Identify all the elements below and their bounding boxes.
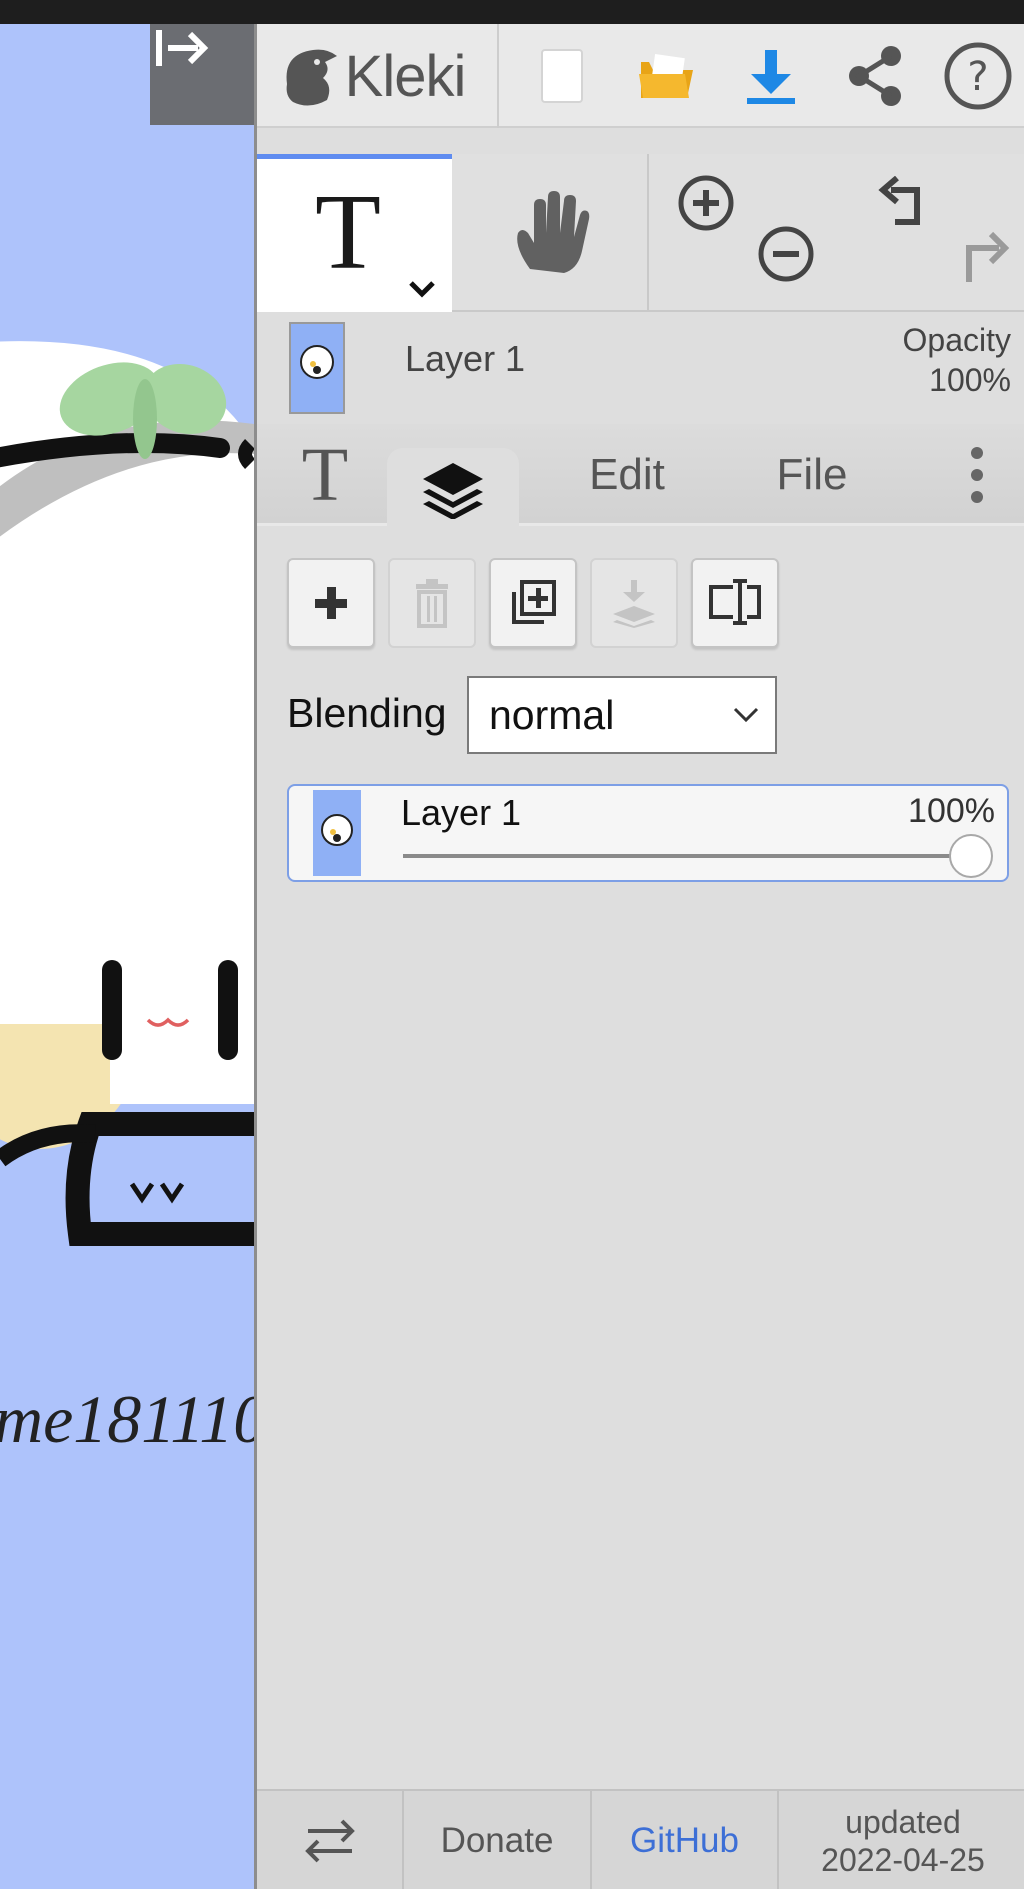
chevron-down-icon [409, 281, 435, 298]
merge-down-icon [613, 580, 655, 628]
layer-name: Layer 1 [401, 792, 522, 833]
layer-thumbnail[interactable] [289, 322, 345, 414]
duplicate-layer-button[interactable] [489, 558, 577, 648]
toolrow-divider [647, 154, 649, 312]
undo-icon [878, 175, 920, 225]
hand-tool-button[interactable] [452, 154, 647, 312]
trash-icon [416, 579, 448, 628]
add-layer-button[interactable] [287, 558, 375, 648]
github-link[interactable]: GitHub [592, 1791, 777, 1889]
collapse-sidebar-button[interactable] [150, 24, 254, 125]
current-layer-preview: Layer 1 Opacity 100% [257, 314, 1024, 414]
updated-label: updated [845, 1804, 961, 1840]
swap-arrows-icon [304, 1819, 355, 1863]
delete-layer-button[interactable] [388, 558, 476, 648]
redo-icon [966, 231, 1010, 282]
share-button[interactable] [825, 24, 925, 128]
tab-edit[interactable]: Edit [547, 424, 707, 526]
tab-file[interactable]: File [727, 424, 897, 526]
current-layer-opacity: Opacity 100% [903, 320, 1011, 400]
rename-layer-button[interactable] [691, 558, 779, 648]
kleki-logo[interactable]: Kleki [277, 24, 467, 128]
update-info: updated 2022-04-25 [779, 1791, 1024, 1889]
footer: Donate GitHub updated 2022-04-25 [257, 1789, 1024, 1889]
zoom-out-icon [758, 226, 814, 282]
folder-icon [639, 54, 693, 98]
share-icon [849, 46, 901, 106]
download-icon [747, 50, 795, 104]
opacity-label: Opacity [902, 322, 1011, 358]
save-image-button[interactable] [721, 24, 821, 128]
panel-tabs: T Edit File [257, 424, 1024, 529]
chevron-down-icon [733, 707, 759, 723]
svg-text:?: ? [967, 54, 988, 100]
zoom-in-icon [678, 175, 734, 231]
layer-thumbnail [313, 790, 361, 876]
more-vertical-icon [971, 447, 983, 503]
zoom-out-button[interactable] [757, 225, 815, 288]
toolbar-divider [497, 24, 499, 128]
merge-layer-down-button[interactable] [590, 558, 678, 648]
tab-brush-settings[interactable]: T [285, 424, 365, 526]
swap-sidebar-side-button[interactable] [257, 1791, 402, 1889]
canvas-watermark-text: me181110 [0, 1381, 254, 1457]
zoom-in-button[interactable] [677, 174, 735, 237]
updated-date: 2022-04-25 [821, 1842, 985, 1878]
undo-button[interactable] [871, 175, 931, 241]
tab-layers[interactable] [387, 448, 519, 529]
collapse-arrow-icon [156, 30, 209, 66]
duplicate-icon [512, 580, 556, 624]
blending-label: Blending [287, 690, 447, 736]
layer-list-item[interactable]: Layer 1 100% [287, 784, 1009, 882]
tool-row: T [257, 154, 1024, 312]
layers-icon [423, 462, 483, 519]
text-tool-glyph: T [315, 173, 381, 292]
redo-button[interactable] [955, 226, 1015, 291]
rename-icon [709, 579, 761, 625]
kleki-logo-icon [286, 49, 337, 106]
help-button[interactable]: ? [929, 24, 1024, 128]
layer-opacity-slider[interactable] [403, 854, 977, 858]
canvas-artwork: me181110 [0, 341, 254, 1457]
donate-link[interactable]: Donate [404, 1791, 590, 1889]
layer-opacity-slider-handle[interactable] [949, 834, 993, 878]
drawing-canvas[interactable]: me181110 [0, 24, 254, 1889]
hand-icon [516, 191, 589, 273]
text-tool-button[interactable]: T [257, 154, 452, 312]
plus-icon [315, 587, 347, 619]
app-name: Kleki [344, 43, 467, 109]
open-image-button[interactable] [617, 24, 717, 128]
opacity-value: 100% [929, 362, 1011, 398]
blending-mode-select[interactable]: normal [467, 676, 777, 754]
tab-more[interactable] [947, 424, 1007, 526]
help-icon: ? [944, 42, 1012, 110]
new-image-button[interactable] [519, 24, 605, 128]
top-toolbar: Kleki ? [257, 24, 1024, 128]
new-file-icon [541, 49, 583, 103]
sidebar: Kleki ? T Layer 1 Opacity 100% T Edit Fi… [254, 24, 1024, 1889]
layer-opacity-value: 100% [908, 792, 995, 830]
status-bar [0, 0, 1024, 24]
blending-mode-value: normal [489, 692, 615, 738]
current-layer-name: Layer 1 [405, 338, 526, 379]
